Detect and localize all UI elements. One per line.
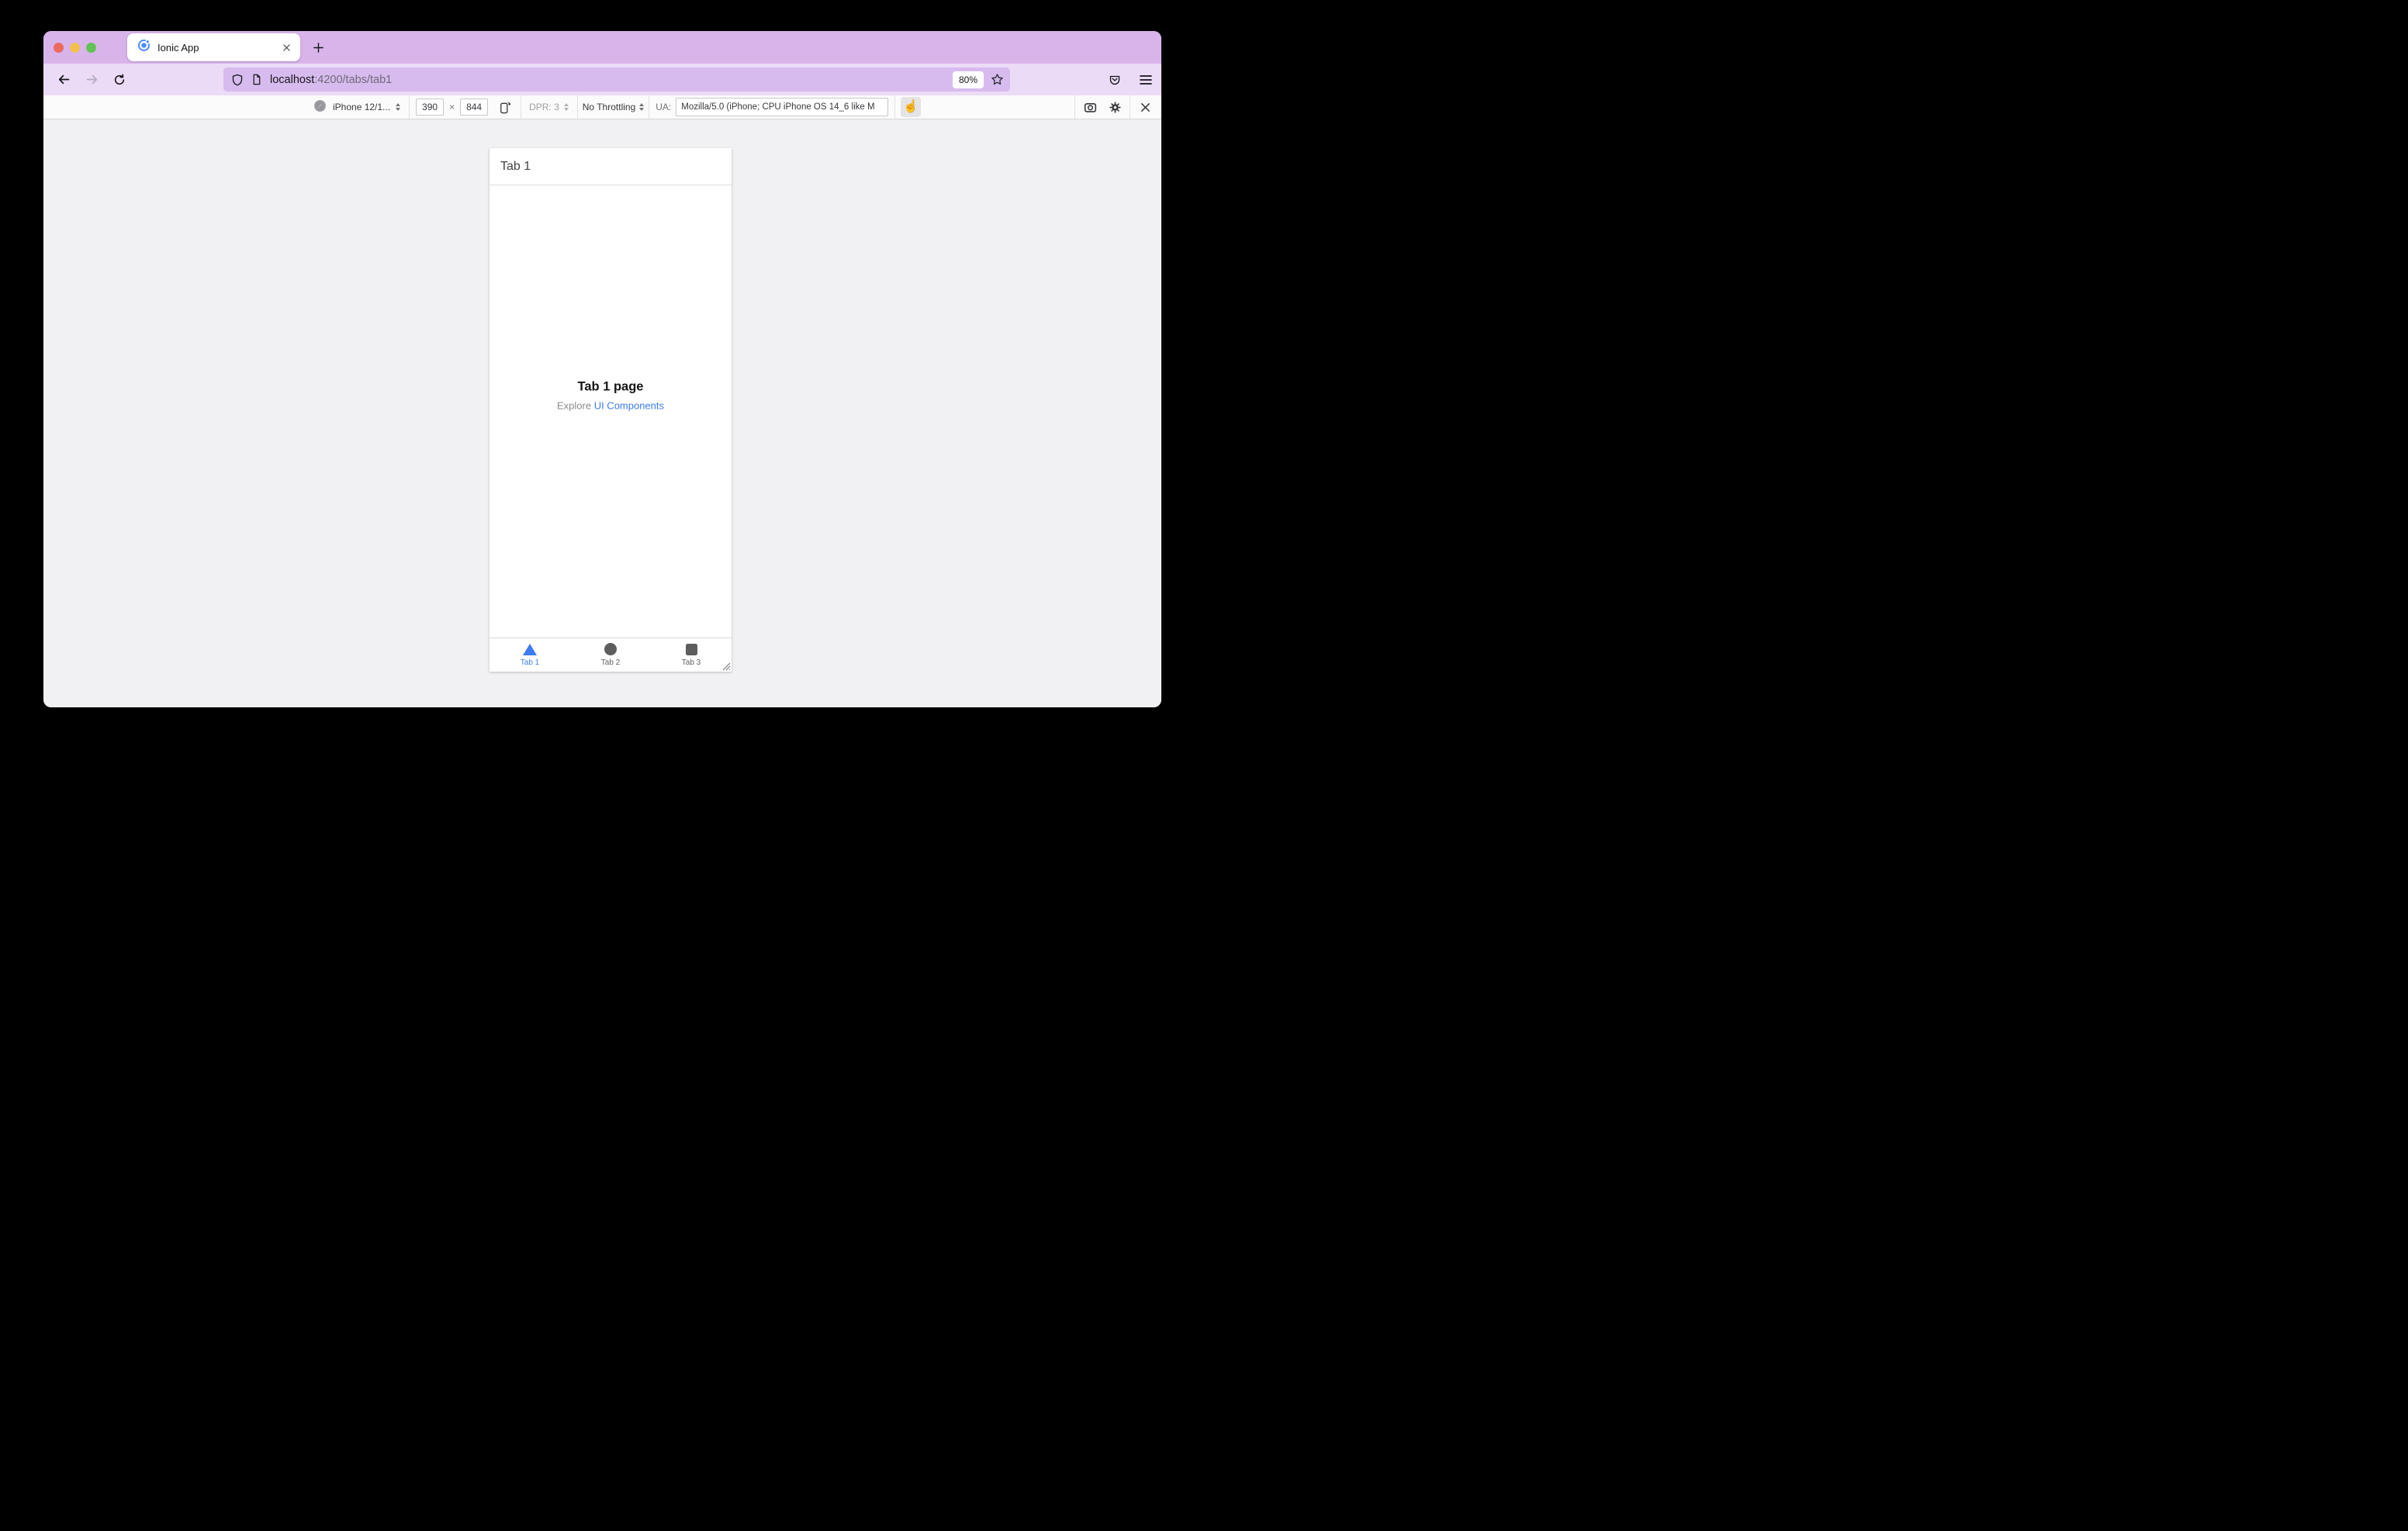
user-agent-group: UA: bbox=[656, 98, 889, 116]
window-minimize-button[interactable] bbox=[70, 42, 80, 53]
triangle-icon bbox=[523, 643, 537, 655]
toolbar-separator bbox=[409, 95, 410, 119]
throttling-selector[interactable]: No Throttling bbox=[582, 102, 645, 112]
app-tab-2[interactable]: Tab 2 bbox=[570, 638, 651, 672]
tab-close-button[interactable] bbox=[279, 40, 294, 55]
ionic-favicon-icon bbox=[137, 39, 150, 56]
explore-text: Explore UI Components bbox=[490, 400, 732, 412]
dimensions-group: × bbox=[416, 97, 514, 117]
close-rdm-button[interactable] bbox=[1135, 97, 1155, 117]
window-controls bbox=[43, 42, 96, 53]
new-tab-button[interactable] bbox=[307, 36, 329, 58]
tab-strip: Ionic App bbox=[43, 31, 1161, 64]
resize-grip-icon bbox=[722, 662, 731, 671]
device-label: iPhone 12/1... bbox=[333, 102, 391, 112]
plus-icon bbox=[313, 42, 323, 53]
browser-tab[interactable]: Ionic App bbox=[127, 33, 300, 61]
browser-compass-icon bbox=[313, 99, 327, 115]
device-selector[interactable]: iPhone 12/1... bbox=[313, 99, 401, 115]
page-title: Tab 1 page bbox=[577, 379, 644, 394]
forward-button[interactable] bbox=[81, 69, 102, 91]
window-zoom-button[interactable] bbox=[86, 42, 96, 53]
toolbar-separator bbox=[576, 95, 578, 119]
menu-button[interactable] bbox=[1135, 69, 1157, 91]
app-tab-bar: Tab 1 Tab 2 Tab 3 bbox=[490, 638, 732, 672]
page-info-icon[interactable] bbox=[251, 74, 262, 85]
square-icon bbox=[685, 643, 697, 655]
url-host: localhost bbox=[270, 73, 315, 86]
hamburger-menu-icon bbox=[1140, 74, 1152, 85]
app-tab-3[interactable]: Tab 3 bbox=[651, 638, 732, 672]
dpr-stepper-icon bbox=[563, 103, 569, 111]
close-icon bbox=[1140, 102, 1150, 112]
zoom-level-badge[interactable]: 80% bbox=[952, 71, 984, 88]
shield-icon[interactable] bbox=[231, 74, 244, 86]
ua-label: UA: bbox=[656, 102, 672, 112]
tab-title: Ionic App bbox=[157, 41, 199, 54]
browser-window: Ionic App localhost:4200/tabs/tab1 80% i… bbox=[43, 31, 1161, 707]
touch-pointer-icon: ☝ bbox=[903, 100, 919, 113]
toolbar-separator bbox=[1074, 95, 1075, 119]
ui-components-link[interactable]: UI Components bbox=[594, 400, 664, 412]
throttling-label: No Throttling bbox=[582, 102, 636, 112]
app-tab-1[interactable]: Tab 1 bbox=[490, 638, 570, 672]
touch-simulation-toggle[interactable]: ☝ bbox=[901, 97, 922, 117]
url-text: localhost:4200/tabs/tab1 bbox=[270, 74, 953, 86]
app-tab-label: Tab 1 bbox=[520, 658, 540, 667]
window-close-button[interactable] bbox=[54, 42, 64, 53]
gear-icon bbox=[1109, 101, 1121, 113]
device-viewport: Tab 1 Tab 1 page Explore UI Components T… bbox=[490, 148, 732, 672]
dpr-label: DPR: 3 bbox=[529, 102, 559, 112]
back-arrow-icon bbox=[58, 74, 69, 85]
app-content: Tab 1 page Explore UI Components bbox=[490, 185, 732, 638]
rotate-viewport-button[interactable] bbox=[494, 97, 514, 117]
url-path: :4200/tabs/tab1 bbox=[314, 73, 393, 86]
user-agent-input[interactable] bbox=[676, 98, 889, 116]
viewport-resize-handle[interactable] bbox=[721, 661, 731, 671]
pocket-button[interactable] bbox=[1104, 69, 1126, 91]
rotate-phone-icon bbox=[500, 101, 510, 113]
reload-button[interactable] bbox=[109, 69, 130, 91]
url-bar[interactable]: localhost:4200/tabs/tab1 80% bbox=[223, 67, 1010, 92]
bookmark-star-icon[interactable] bbox=[991, 73, 1004, 86]
toolbar-separator bbox=[894, 95, 896, 119]
rdm-content-area: Tab 1 Tab 1 page Explore UI Components T… bbox=[43, 119, 1161, 707]
viewport-width-input[interactable] bbox=[416, 98, 445, 116]
dimensions-times: × bbox=[449, 102, 455, 112]
app-tab-label: Tab 2 bbox=[600, 658, 621, 667]
viewport-height-input[interactable] bbox=[460, 98, 489, 116]
pocket-icon bbox=[1109, 75, 1120, 85]
forward-arrow-icon bbox=[86, 74, 97, 85]
reload-icon bbox=[114, 74, 125, 85]
back-button[interactable] bbox=[53, 69, 74, 91]
dpr-selector: DPR: 3 bbox=[529, 102, 569, 112]
ellipse-icon bbox=[604, 643, 617, 655]
app-header-title: Tab 1 bbox=[500, 159, 531, 173]
throttling-stepper-icon bbox=[639, 103, 645, 111]
screenshot-button[interactable] bbox=[1080, 97, 1100, 117]
app-header: Tab 1 bbox=[490, 148, 732, 185]
settings-button[interactable] bbox=[1105, 97, 1125, 117]
device-stepper-icon bbox=[396, 103, 401, 111]
rdm-toolbar: iPhone 12/1... × DPR: 3 No Throttling UA… bbox=[43, 95, 1161, 119]
close-icon bbox=[282, 43, 290, 51]
explore-prefix: Explore bbox=[556, 399, 592, 412]
app-tab-label: Tab 3 bbox=[681, 658, 701, 667]
navigation-toolbar: localhost:4200/tabs/tab1 80% bbox=[43, 64, 1161, 95]
camera-icon bbox=[1084, 102, 1096, 112]
explore-container: Tab 1 page Explore UI Components bbox=[490, 380, 732, 412]
